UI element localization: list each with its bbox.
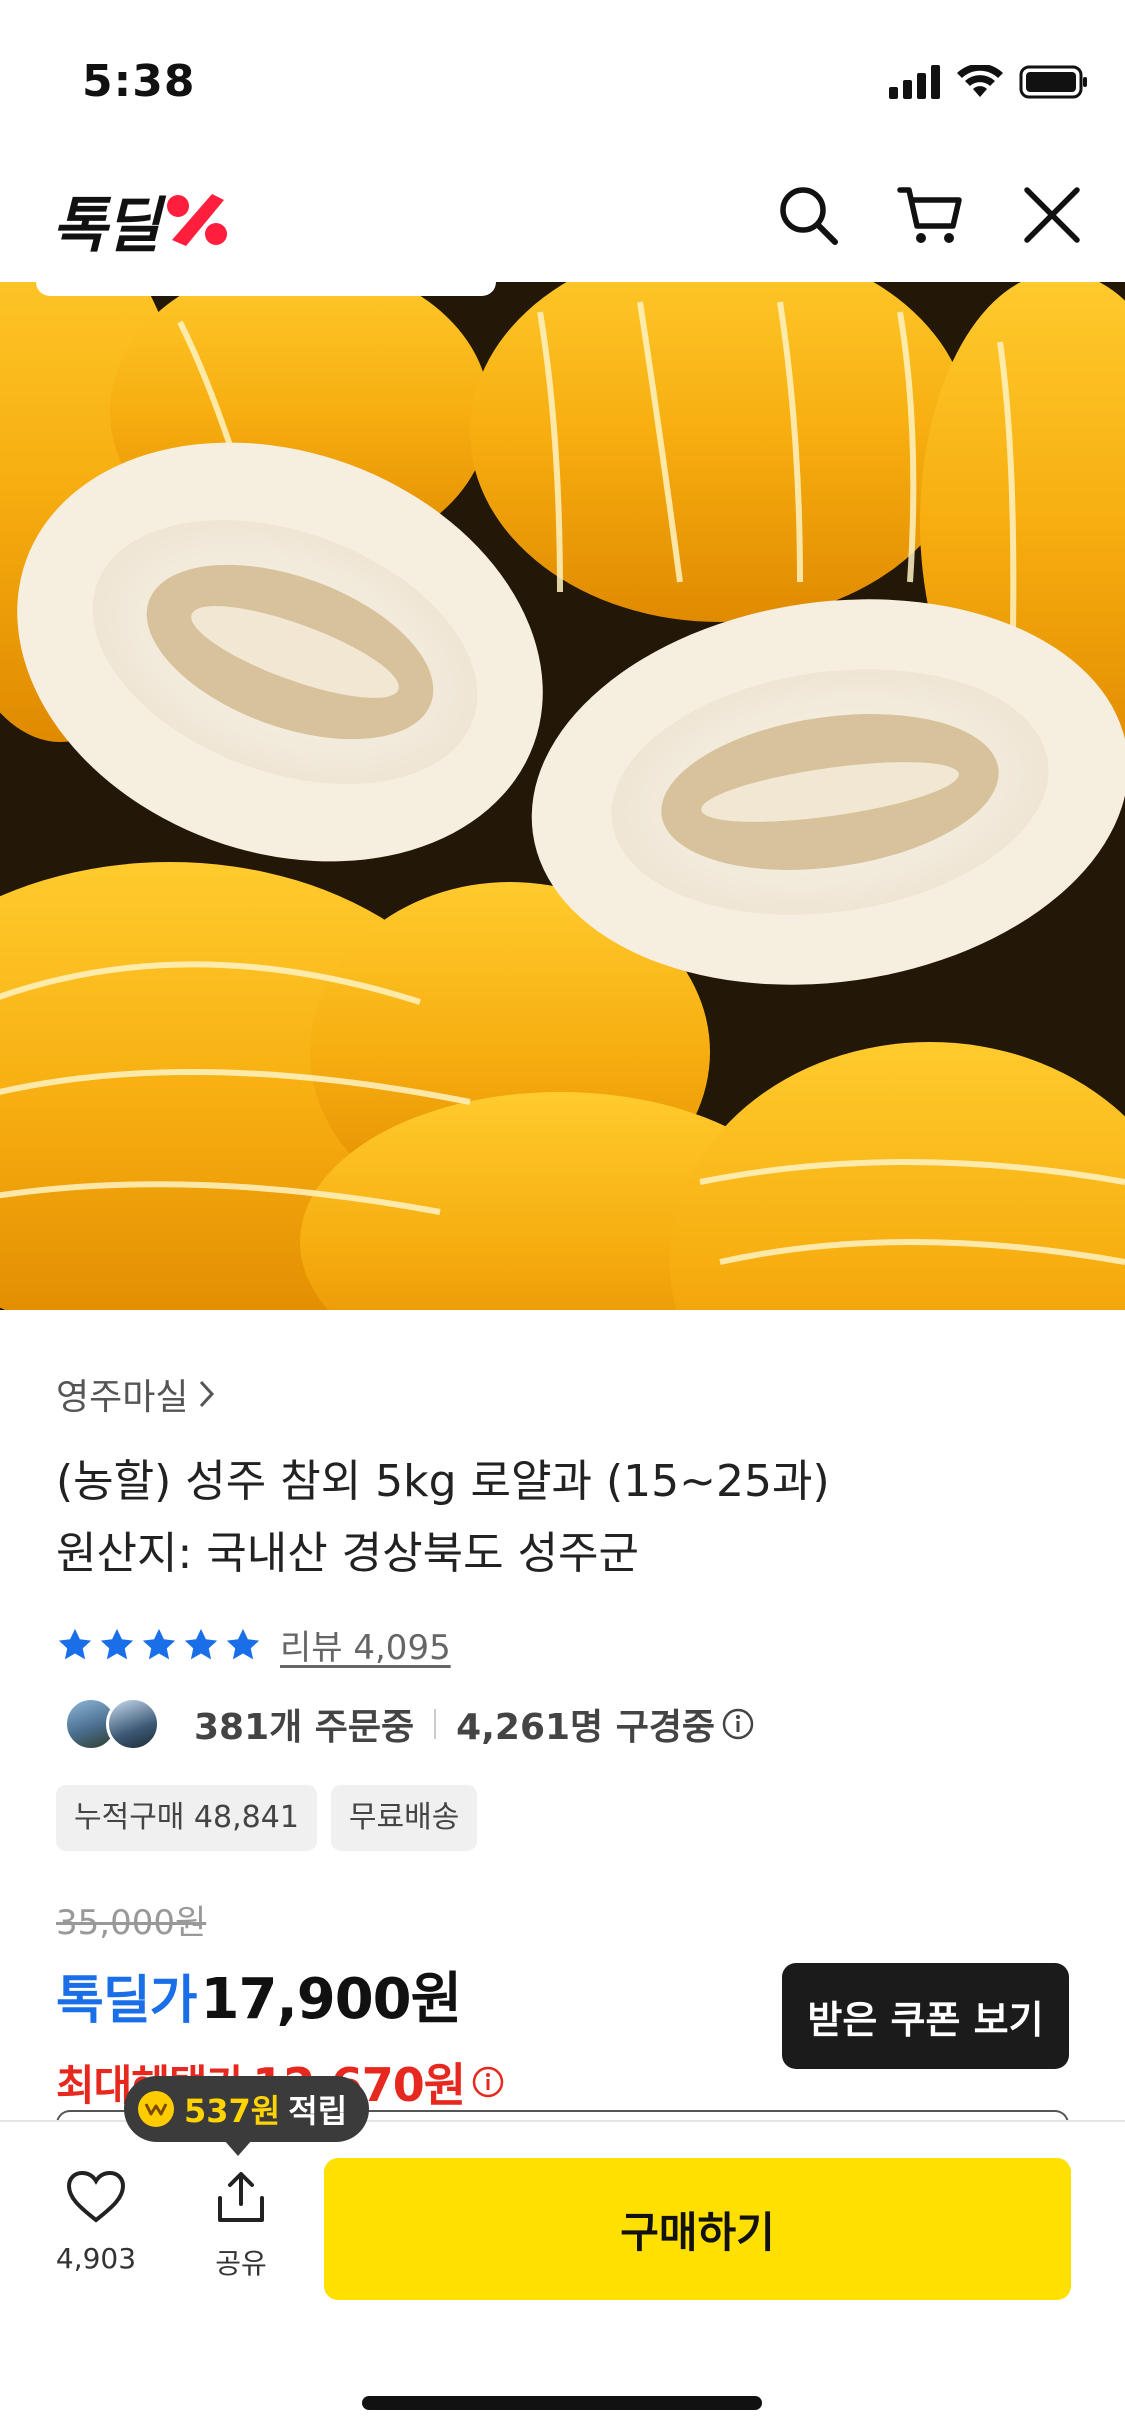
seller-link[interactable]: 영주마실 bbox=[56, 1368, 1069, 1420]
like-button[interactable]: 4,903 bbox=[50, 2170, 142, 2275]
wifi-icon bbox=[957, 65, 1003, 97]
info-icon[interactable] bbox=[471, 2065, 505, 2099]
buy-button[interactable]: 구매하기 bbox=[324, 2158, 1071, 2300]
home-indicator bbox=[362, 2396, 762, 2410]
status-bar: 5:38 bbox=[0, 0, 1125, 160]
coin-icon bbox=[138, 2091, 174, 2127]
share-button[interactable]: 공유 bbox=[195, 2170, 287, 2282]
product-title-line1: (농할) 성주 참외 5kg 로얄과 (15~25과) bbox=[56, 1456, 830, 1507]
search-icon bbox=[780, 187, 838, 245]
signal-icon bbox=[889, 65, 940, 99]
product-image[interactable] bbox=[0, 282, 1125, 1310]
like-count: 4,903 bbox=[55, 2242, 137, 2275]
product-origin: 원산지: 국내산 경상북도 성주군 bbox=[56, 1528, 640, 1579]
product-title: (농할) 성주 참외 5kg 로얄과 (15~25과) 원산지: 국내산 경상북… bbox=[56, 1446, 1069, 1590]
star-icon bbox=[100, 1628, 134, 1659]
cart-icon bbox=[897, 187, 962, 243]
divider bbox=[434, 1709, 437, 1739]
heart-icon bbox=[66, 2170, 126, 2223]
percent-logo-icon bbox=[167, 194, 228, 246]
cart-button[interactable] bbox=[897, 182, 963, 248]
point-amount: 537원 bbox=[184, 2092, 281, 2130]
avatar bbox=[106, 1697, 160, 1751]
review-link[interactable]: 리뷰 4,095 bbox=[280, 1620, 451, 1669]
info-icon[interactable] bbox=[721, 1707, 755, 1741]
browsing-count: 4,261명 구경중 bbox=[456, 1707, 716, 1748]
search-button[interactable] bbox=[775, 182, 841, 248]
tooltip-tail bbox=[224, 2140, 252, 2156]
logo-text: 톡딜 bbox=[52, 190, 160, 261]
header-actions bbox=[775, 182, 1085, 248]
battery-icon bbox=[1019, 65, 1087, 99]
point-reward-tooltip: 537원 적립 bbox=[124, 2076, 370, 2156]
chevron-right-icon bbox=[200, 1380, 215, 1408]
deal-price-label: 톡딜가 bbox=[56, 1971, 198, 2031]
avatar-stack bbox=[56, 1697, 166, 1751]
app-header: 톡딜 bbox=[0, 160, 1125, 282]
star-icon bbox=[226, 1628, 260, 1659]
status-icons bbox=[889, 60, 1089, 104]
free-shipping-badge: 무료배송 bbox=[330, 1785, 478, 1851]
close-button[interactable] bbox=[1019, 182, 1085, 248]
point-suffix: 적립 bbox=[288, 2092, 348, 2130]
deal-price-value: 17,900원 bbox=[200, 1967, 463, 2032]
ordering-count: 381개 주문중 bbox=[194, 1707, 415, 1748]
star-icon bbox=[142, 1628, 176, 1659]
status-time: 5:38 bbox=[82, 56, 196, 107]
seller-name: 영주마실 bbox=[56, 1377, 189, 1418]
badges: 누적구매 48,841 무료배송 bbox=[56, 1785, 1069, 1851]
logo[interactable]: 톡딜 bbox=[52, 180, 230, 261]
order-status-row: 381개 주문중 4,261명 구경중 bbox=[56, 1697, 1069, 1751]
star-icon bbox=[58, 1628, 92, 1659]
cumulative-purchase-badge: 누적구매 48,841 bbox=[56, 1785, 317, 1851]
close-icon bbox=[1024, 187, 1080, 243]
share-icon bbox=[218, 2172, 264, 2222]
rating-row: 리뷰 4,095 bbox=[56, 1620, 1069, 1669]
star-icon bbox=[184, 1628, 218, 1659]
view-coupons-button[interactable]: 받은 쿠폰 보기 bbox=[782, 1963, 1069, 2069]
share-label: 공유 bbox=[215, 2247, 267, 2280]
original-price: 35,000원 bbox=[56, 1903, 207, 1943]
